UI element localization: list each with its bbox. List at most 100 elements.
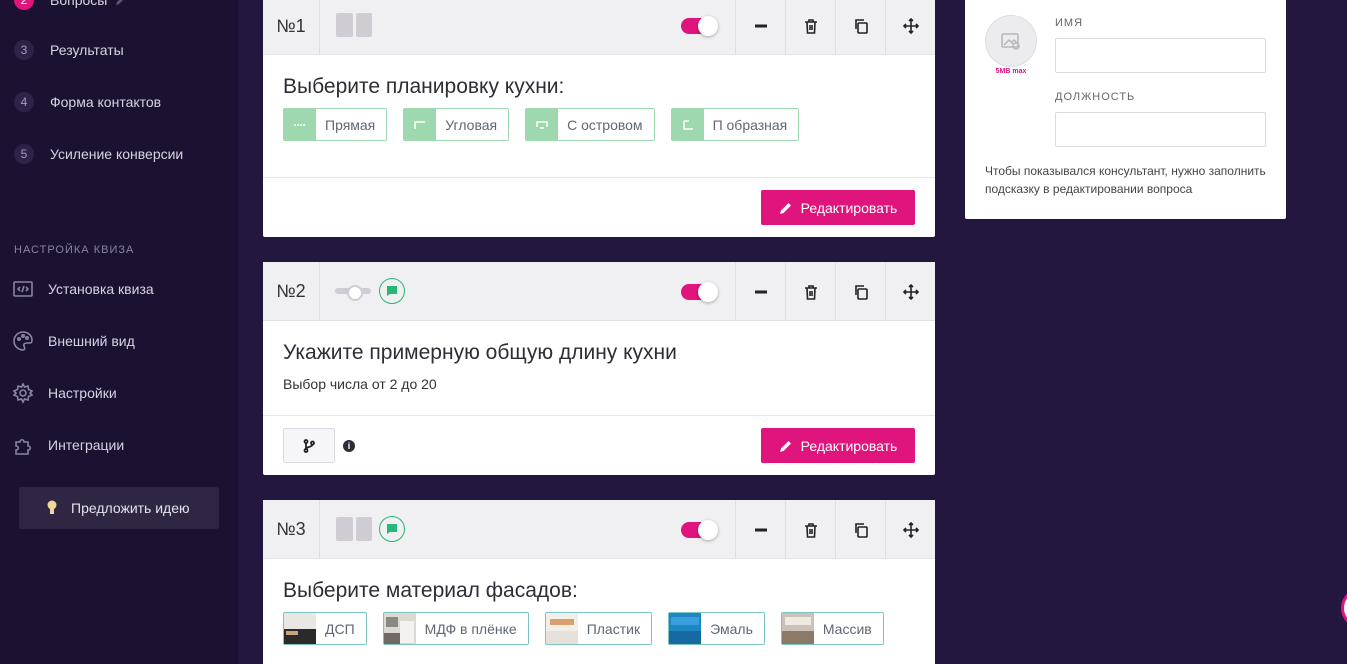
question-subtitle: Выбор числа от 2 до 20 [283, 376, 437, 392]
nav-step-conversion[interactable]: 5 Усиление конверсии [14, 142, 183, 166]
name-input[interactable] [1055, 38, 1266, 73]
question-number: №2 [263, 262, 320, 321]
move-button[interactable] [885, 262, 935, 321]
trash-icon [804, 18, 817, 34]
question-toggle[interactable] [681, 16, 718, 36]
step-number: 2 [14, 0, 34, 10]
image-layout-icon[interactable] [336, 517, 372, 541]
suggest-idea-label: Предложить идею [71, 500, 190, 516]
branch-icon [303, 438, 315, 453]
collapse-button[interactable] [735, 500, 785, 559]
question-card-3: №3 Выберите материал фасадов: ДСП МДФ в … [263, 500, 935, 664]
copy-button[interactable] [835, 262, 885, 321]
option-chip[interactable]: Эмаль [668, 612, 765, 645]
question-toggle[interactable] [681, 282, 718, 302]
puzzle-icon [15, 438, 32, 455]
image-upload-icon [1001, 33, 1020, 50]
minus-icon [754, 24, 767, 27]
option-chip[interactable]: Массив [780, 612, 884, 645]
question-card-2: №2 Укажите примерную общую длину кухни В… [263, 262, 935, 475]
option-chip[interactable]: МДФ в плёнке [382, 612, 529, 645]
sidebar-item-label: Интеграции [48, 437, 125, 453]
image-layout-icon[interactable] [336, 13, 372, 37]
nav-step-label: Усиление конверсии [50, 146, 184, 162]
info-icon[interactable]: i [343, 440, 355, 452]
edit-label: Редактировать [800, 199, 898, 216]
layout-island-icon [526, 109, 559, 140]
option-label: С островом [567, 116, 643, 133]
option-chip[interactable]: С островом [525, 108, 655, 141]
edit-question-button[interactable]: Редактировать [761, 190, 915, 225]
option-label: Массив [822, 620, 872, 637]
question-number: №1 [263, 0, 320, 55]
nav-step-label: Форма контактов [50, 94, 162, 110]
sidebar: 2 Вопросы 3 Результаты 4 Форма контактов… [0, 0, 238, 664]
slider-icon[interactable] [335, 285, 371, 301]
copy-icon [854, 522, 868, 538]
nav-step-label: Вопросы [50, 0, 108, 8]
sidebar-item-settings[interactable]: Настройки [12, 381, 117, 405]
sidebar-item-install[interactable]: Установка квиза [12, 277, 154, 301]
option-chip[interactable]: Угловая [403, 108, 510, 141]
trash-icon [804, 284, 817, 300]
step-number: 3 [14, 40, 34, 60]
edit-label: Редактировать [800, 437, 898, 454]
sidebar-item-label: Настройки [48, 385, 117, 401]
branching-button[interactable] [283, 428, 335, 463]
delete-button[interactable] [785, 0, 835, 55]
divider [263, 415, 935, 416]
chat-hint-icon[interactable] [379, 278, 405, 304]
option-label: Прямая [325, 116, 376, 133]
section-label: НАСТРОЙКА КВИЗА [14, 244, 135, 256]
copy-button[interactable] [835, 500, 885, 559]
option-chip[interactable]: П образная [670, 108, 800, 141]
collapse-button[interactable] [735, 262, 785, 321]
option-label: Пластик [586, 620, 641, 637]
layout-corner-icon [404, 109, 437, 140]
answer-options: ДСП МДФ в плёнке Пластик Эмаль Массив [283, 612, 884, 645]
option-chip[interactable]: Прямая [283, 108, 388, 141]
sidebar-item-label: Внешний вид [48, 333, 135, 349]
move-button[interactable] [885, 500, 935, 559]
question-title: Выберите планировку кухни: [283, 75, 565, 98]
chat-widget-button[interactable] [1341, 588, 1347, 628]
option-chip[interactable]: ДСП [283, 612, 367, 645]
option-label: П образная [712, 116, 788, 133]
nav-step-contact-form[interactable]: 4 Форма контактов [14, 90, 161, 114]
sidebar-item-appearance[interactable]: Внешний вид [12, 329, 135, 353]
suggest-idea-button[interactable]: Предложить идею [19, 487, 219, 529]
copy-icon [854, 18, 868, 34]
sidebar-item-integrations[interactable]: Интеграции [12, 433, 124, 457]
pencil-icon [779, 202, 791, 214]
question-toggle[interactable] [681, 520, 718, 540]
option-label: ДСП [325, 620, 355, 637]
name-label: ИМЯ [1055, 17, 1084, 29]
position-input[interactable] [1055, 112, 1266, 147]
edit-question-button[interactable]: Редактировать [761, 428, 915, 463]
avatar-size-limit: 5MB max [995, 68, 1027, 75]
answer-options: Прямая Угловая С островом П образная [283, 108, 800, 141]
avatar-upload[interactable] [985, 15, 1037, 67]
sidebar-item-label: Установка квиза [48, 281, 154, 297]
kitchen-photo-icon [781, 613, 814, 644]
nav-step-questions[interactable]: 2 Вопросы [14, 0, 127, 12]
kitchen-photo-icon [669, 613, 702, 644]
palette-icon [13, 331, 33, 351]
minus-icon [754, 528, 767, 531]
trash-icon [804, 522, 817, 538]
question-header: №3 [263, 500, 935, 559]
delete-button[interactable] [785, 500, 835, 559]
question-header: №1 [263, 0, 935, 55]
question-title: Укажите примерную общую длину кухни [283, 341, 677, 364]
delete-button[interactable] [785, 262, 835, 321]
move-button[interactable] [885, 0, 935, 55]
position-label: ДОЛЖНОСТЬ [1055, 91, 1136, 103]
nav-step-results[interactable]: 3 Результаты [14, 38, 124, 62]
nav-step-label: Результаты [50, 42, 124, 58]
step-number: 5 [14, 144, 34, 164]
collapse-button[interactable] [735, 0, 785, 55]
copy-button[interactable] [835, 0, 885, 55]
minus-icon [754, 290, 767, 293]
option-chip[interactable]: Пластик [544, 612, 653, 645]
chat-hint-icon[interactable] [379, 516, 405, 542]
